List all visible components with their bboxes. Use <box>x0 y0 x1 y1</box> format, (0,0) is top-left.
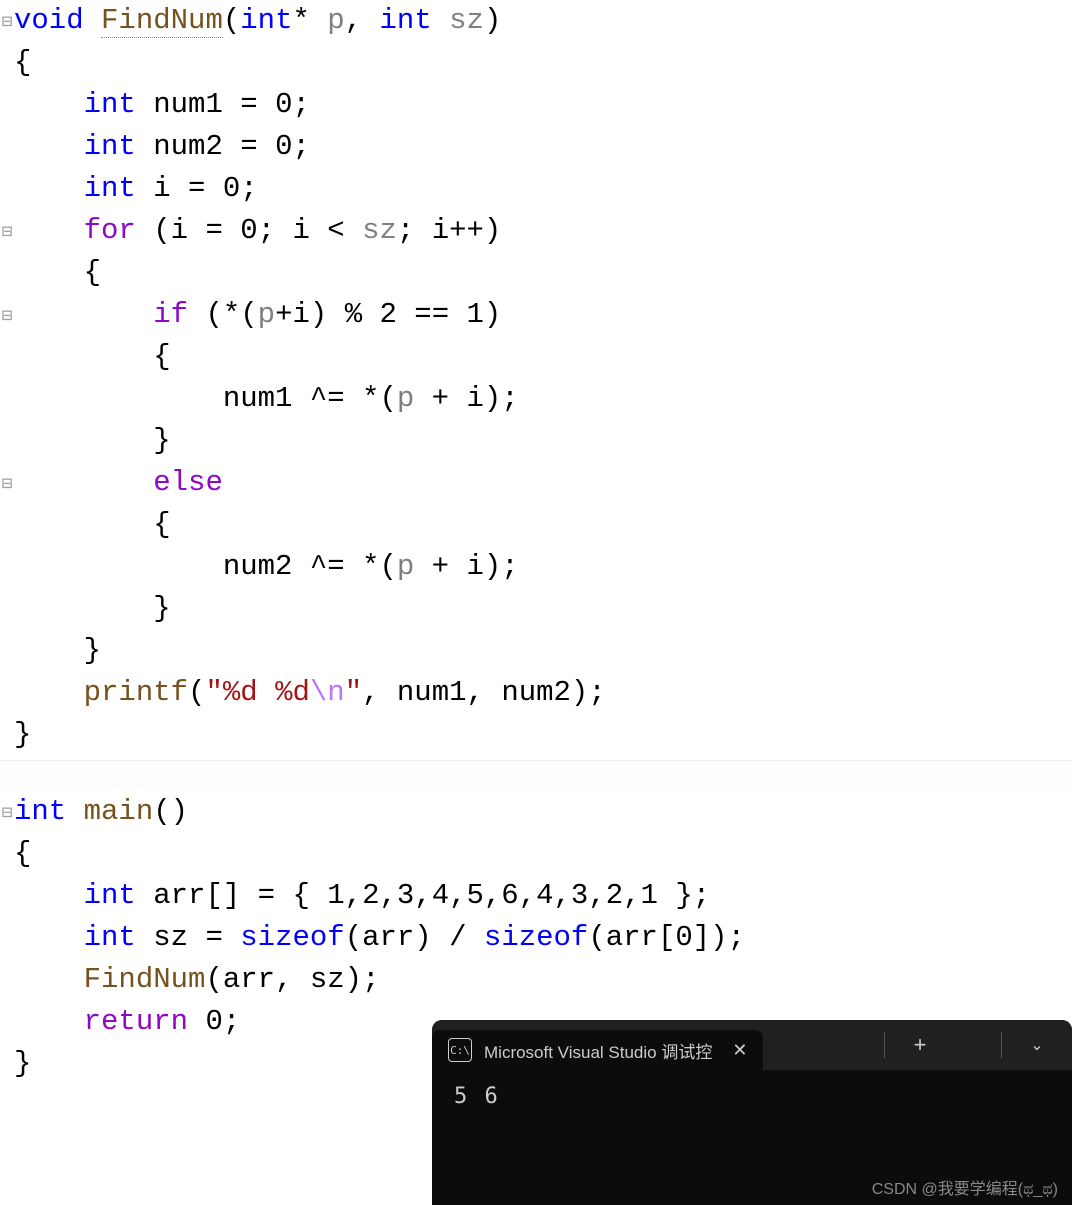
terminal-tab-actions: + ⌄ <box>834 1032 1072 1058</box>
fold-gutter-2[interactable]: ⊟ <box>0 791 14 1087</box>
cmd-icon: C:\ <box>448 1038 472 1062</box>
watermark: CSDN @我要学编程(ಥ_ಥ) <box>872 1175 1058 1199</box>
tab-divider <box>955 1032 1002 1058</box>
close-icon[interactable]: ✕ <box>732 1040 747 1061</box>
fold-gutter-1[interactable]: ⊟⊟⊟⊟ <box>0 0 14 758</box>
terminal-tab-title: Microsoft Visual Studio 调试控 <box>484 1038 712 1063</box>
tab-divider <box>838 1032 885 1058</box>
tab-dropdown-button[interactable]: ⌄ <box>1014 1035 1060 1055</box>
terminal-output: 5 6 <box>432 1070 1072 1123</box>
terminal-tab[interactable]: C:\ Microsoft Visual Studio 调试控 ✕ <box>432 1030 763 1070</box>
code-area-1[interactable]: void FindNum(int* p, int sz){ int num1 =… <box>14 0 606 758</box>
new-tab-button[interactable]: + <box>897 1032 943 1058</box>
block-separator <box>0 760 1072 789</box>
code-editor-block-1[interactable]: ⊟⊟⊟⊟ void FindNum(int* p, int sz){ int n… <box>0 0 1072 758</box>
terminal-tabbar: C:\ Microsoft Visual Studio 调试控 ✕ + ⌄ <box>432 1020 1072 1070</box>
